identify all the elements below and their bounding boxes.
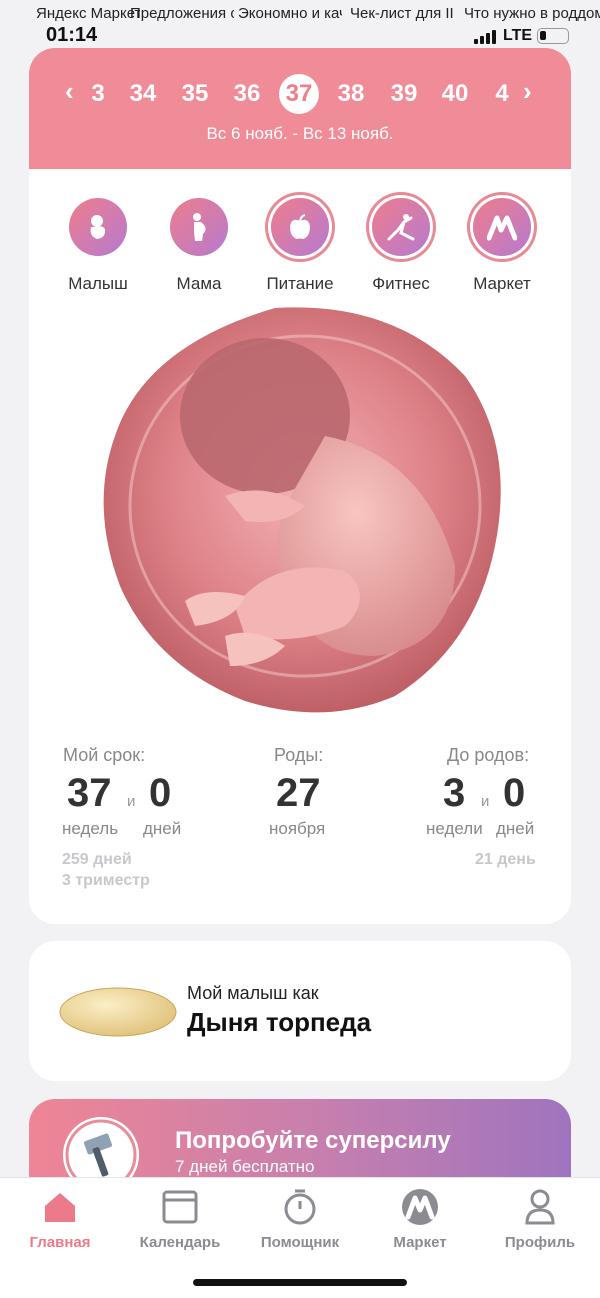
nav-label: Профиль [504, 1234, 576, 1251]
overlay-tab[interactable]: Предложения от Янде... [130, 4, 234, 23]
until-total-days: 21 день [475, 851, 536, 868]
category-baby[interactable]: Малыш [48, 198, 148, 294]
overlay-tab[interactable]: Экономно и качествен... [238, 4, 342, 23]
fitness-icon [372, 198, 430, 256]
torpedo-melon-image [59, 987, 177, 1037]
term-days-unit: дней [143, 819, 182, 838]
category-label: Маркет [473, 274, 531, 293]
until-days-unit: дней [496, 819, 535, 838]
nav-market[interactable]: Маркет [360, 1188, 480, 1251]
nav-assistant[interactable]: Помощник [240, 1188, 360, 1251]
baby-icon [69, 198, 127, 256]
week-item[interactable]: 35 [175, 80, 215, 108]
week-header: ‹ 3 34 35 36 37 38 39 40 4 › Вс 6 нояб. … [29, 48, 571, 169]
nav-label: Календарь [139, 1234, 221, 1251]
nav-calendar[interactable]: Календарь [120, 1188, 240, 1251]
week-item[interactable]: 3 [78, 80, 118, 108]
chevron-left-icon[interactable]: ‹ [65, 76, 74, 107]
market-logo-icon [401, 1188, 439, 1226]
until-weeks-unit: недели [426, 819, 483, 838]
term-total-days: 259 дней [62, 851, 132, 868]
nav-home[interactable]: Главная [0, 1188, 120, 1251]
signal-icon [474, 30, 500, 44]
category-row: Малыш Мама Питание Фитнес Маркет [29, 198, 571, 298]
until-weeks: 3 [443, 771, 466, 815]
profile-icon [521, 1188, 559, 1226]
birth-month: ноября [269, 819, 326, 838]
pregnancy-stats: Мой срок: 37 и 0 недель дней 259 дней 3 … [29, 745, 571, 895]
market-logo-icon [473, 198, 531, 256]
category-label: Мама [176, 274, 222, 293]
week-item[interactable]: 34 [123, 80, 163, 108]
apple-icon [271, 198, 329, 256]
until-conjunction: и [481, 793, 490, 810]
timer-icon [281, 1188, 319, 1226]
week-selector: ‹ 3 34 35 36 37 38 39 40 4 › [29, 74, 571, 114]
term-weeks-unit: недель [62, 819, 119, 838]
term-label: Мой срок: [63, 745, 146, 765]
baby-size-name: Дыня торпеда [187, 1007, 372, 1037]
baby-size-card[interactable]: Мой малыш как Дыня торпеда [29, 941, 571, 1081]
battery-icon [537, 28, 569, 44]
week-item[interactable]: 4 [482, 80, 522, 108]
term-trimester: 3 триместр [62, 872, 150, 889]
week-item[interactable]: 38 [331, 80, 371, 108]
term-conjunction: и [127, 793, 136, 810]
birth-label: Роды: [274, 745, 324, 765]
category-market[interactable]: Маркет [452, 198, 552, 294]
baby-size-caption: Мой малыш как [187, 983, 319, 1003]
pregnant-woman-icon [170, 198, 228, 256]
week-item-current[interactable]: 37 [279, 74, 319, 114]
week-item[interactable]: 40 [435, 80, 475, 108]
overlay-tab[interactable]: Чек-лист для III три... [350, 4, 454, 23]
overlay-tab[interactable]: Что нужно в роддом: покуп... [464, 4, 600, 23]
network-type: LTE [503, 27, 533, 44]
nav-label: Главная [29, 1234, 91, 1251]
promo-title: Попробуйте суперсилу [175, 1127, 451, 1154]
promo-subtitle: 7 дней бесплатно [175, 1157, 315, 1176]
term-days: 0 [149, 771, 172, 815]
category-label: Фитнес [372, 274, 430, 293]
fetus-illustration [103, 307, 501, 713]
nav-label: Помощник [260, 1234, 340, 1251]
category-label: Малыш [68, 274, 128, 293]
status-bar: Яндекс Маркет: ... Предложения от Янде..… [0, 0, 600, 48]
birth-day: 27 [276, 771, 321, 815]
until-label: До родов: [447, 745, 530, 765]
week-date-range: Вс 6 нояб. - Вс 13 нояб. [206, 124, 394, 143]
category-nutrition[interactable]: Питание [250, 198, 350, 294]
term-weeks: 37 [67, 771, 112, 815]
category-mom[interactable]: Мама [149, 198, 249, 294]
chevron-right-icon[interactable]: › [523, 76, 532, 107]
home-indicator [193, 1279, 407, 1286]
pregnancy-week-card: ‹ 3 34 35 36 37 38 39 40 4 › Вс 6 нояб. … [29, 48, 571, 924]
clock: 01:14 [46, 24, 98, 46]
nav-label: Маркет [393, 1234, 447, 1251]
overlay-tab[interactable]: Яндекс Маркет: ... [36, 4, 140, 23]
category-fitness[interactable]: Фитнес [351, 198, 451, 294]
home-icon [41, 1188, 79, 1226]
category-label: Питание [266, 274, 334, 293]
week-item[interactable]: 36 [227, 80, 267, 108]
week-item[interactable]: 39 [384, 80, 424, 108]
calendar-icon [161, 1188, 199, 1226]
until-days: 0 [503, 771, 526, 815]
nav-profile[interactable]: Профиль [480, 1188, 600, 1251]
